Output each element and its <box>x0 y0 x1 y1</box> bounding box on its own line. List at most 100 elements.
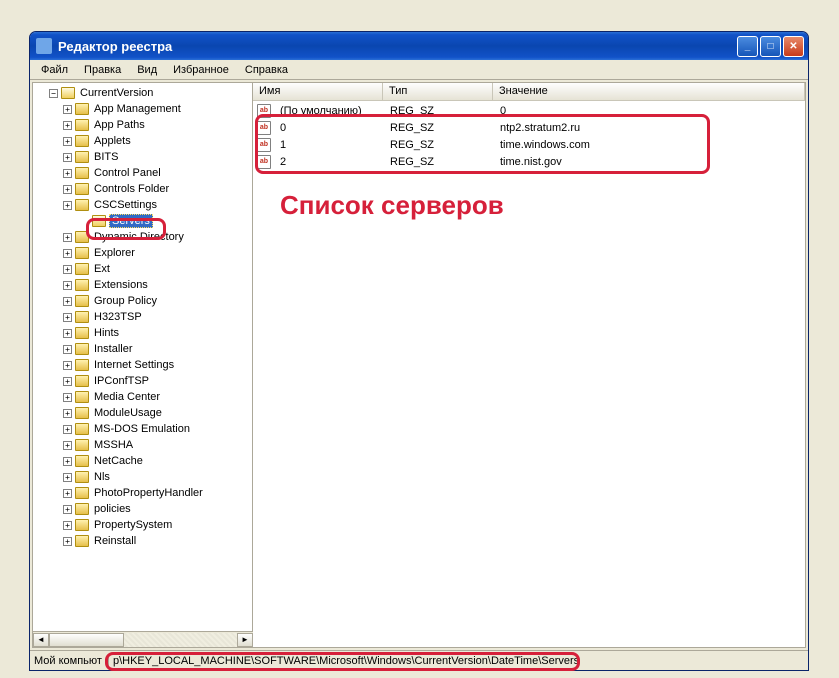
folder-icon <box>75 167 89 179</box>
value-type: REG_SZ <box>384 156 494 168</box>
expand-icon[interactable]: + <box>63 329 72 338</box>
menu-file[interactable]: Файл <box>34 62 75 78</box>
tree-horizontal-scrollbar[interactable]: ◄ ► <box>33 631 253 647</box>
tree-node[interactable]: +CSCSettings <box>35 197 252 213</box>
tree-label: CurrentVersion <box>78 87 155 99</box>
tree-node[interactable]: +App Paths <box>35 117 252 133</box>
folder-icon <box>75 135 89 147</box>
expand-icon[interactable]: + <box>63 473 72 482</box>
tree-node[interactable]: +NetCache <box>35 453 252 469</box>
value-row[interactable]: ab1REG_SZtime.windows.com <box>253 136 805 153</box>
content-area: − CurrentVersion +App Management+App Pat… <box>32 82 806 648</box>
expand-icon[interactable]: + <box>63 105 72 114</box>
expand-icon[interactable]: + <box>63 249 72 258</box>
tree-node[interactable]: +Internet Settings <box>35 357 252 373</box>
value-row[interactable]: ab2REG_SZtime.nist.gov <box>253 153 805 170</box>
expand-icon[interactable]: + <box>63 233 72 242</box>
tree-node[interactable]: + BITS <box>35 149 252 165</box>
menu-help[interactable]: Справка <box>238 62 295 78</box>
folder-icon <box>75 231 89 243</box>
expand-icon[interactable]: + <box>63 441 72 450</box>
folder-icon <box>75 535 89 547</box>
tree-node[interactable]: +MS-DOS Emulation <box>35 421 252 437</box>
collapse-icon[interactable]: − <box>49 89 58 98</box>
folder-icon <box>75 407 89 419</box>
expand-icon[interactable]: + <box>63 297 72 306</box>
expand-icon[interactable]: + <box>63 281 72 290</box>
folder-icon <box>75 439 89 451</box>
expand-icon[interactable]: + <box>63 457 72 466</box>
expand-icon[interactable]: + <box>63 537 72 546</box>
expand-icon[interactable]: + <box>63 425 72 434</box>
scroll-right-button[interactable]: ► <box>237 633 253 647</box>
maximize-button[interactable]: □ <box>760 36 781 57</box>
expand-icon[interactable]: + <box>63 489 72 498</box>
menu-view[interactable]: Вид <box>130 62 164 78</box>
tree-label: Controls Folder <box>92 183 171 195</box>
expand-icon[interactable]: + <box>63 185 72 194</box>
header-name[interactable]: Имя <box>253 83 383 100</box>
folder-open-icon <box>61 87 75 99</box>
value-row[interactable]: ab0REG_SZntp2.stratum2.ru <box>253 119 805 136</box>
values-list[interactable]: Имя Тип Значение ab(По умолчанию)REG_SZ0… <box>253 83 805 647</box>
expand-icon[interactable]: + <box>63 153 72 162</box>
tree-node[interactable]: +IPConfTSP <box>35 373 252 389</box>
scroll-track[interactable] <box>49 633 237 647</box>
value-name: (По умолчанию) <box>274 105 384 117</box>
expand-icon[interactable]: + <box>63 313 72 322</box>
expand-icon[interactable]: + <box>63 265 72 274</box>
expand-icon[interactable]: + <box>63 169 72 178</box>
tree-node-servers[interactable]: Servers <box>35 213 252 229</box>
tree-node[interactable]: +policies <box>35 501 252 517</box>
expand-icon[interactable]: + <box>63 377 72 386</box>
folder-icon <box>75 103 89 115</box>
menu-edit[interactable]: Правка <box>77 62 128 78</box>
scroll-left-button[interactable]: ◄ <box>33 633 49 647</box>
expand-icon[interactable]: + <box>63 393 72 402</box>
tree-label: PhotoPropertyHandler <box>92 487 205 499</box>
tree-node[interactable]: +ModuleUsage <box>35 405 252 421</box>
folder-icon <box>75 183 89 195</box>
tree-node[interactable]: +Hints <box>35 325 252 341</box>
window-title: Редактор реестра <box>58 39 737 54</box>
header-value[interactable]: Значение <box>493 83 805 100</box>
expand-icon[interactable]: + <box>63 201 72 210</box>
value-type: REG_SZ <box>384 105 494 117</box>
tree-label: BITS <box>92 151 120 163</box>
tree-node[interactable]: +Explorer <box>35 245 252 261</box>
tree-node[interactable]: +Ext <box>35 261 252 277</box>
tree-node[interactable]: + PhotoPropertyHandler <box>35 485 252 501</box>
tree-node[interactable]: + Controls Folder <box>35 181 252 197</box>
tree-node-currentversion[interactable]: − CurrentVersion <box>35 85 252 101</box>
tree-node[interactable]: +Control Panel <box>35 165 252 181</box>
expand-icon[interactable]: + <box>63 137 72 146</box>
registry-tree[interactable]: − CurrentVersion +App Management+App Pat… <box>33 83 253 647</box>
tree-node[interactable]: +H323TSP <box>35 309 252 325</box>
tree-node[interactable]: +Installer <box>35 341 252 357</box>
scroll-thumb[interactable] <box>49 633 124 647</box>
list-header[interactable]: Имя Тип Значение <box>253 83 805 101</box>
spacer <box>77 217 89 226</box>
tree-node[interactable]: +Applets <box>35 133 252 149</box>
value-row[interactable]: ab(По умолчанию)REG_SZ0 <box>253 102 805 119</box>
tree-node[interactable]: +Group Policy <box>35 293 252 309</box>
expand-icon[interactable]: + <box>63 521 72 530</box>
tree-node[interactable]: +Extensions <box>35 277 252 293</box>
tree-node[interactable]: +Reinstall <box>35 533 252 549</box>
expand-icon[interactable]: + <box>63 345 72 354</box>
minimize-button[interactable]: _ <box>737 36 758 57</box>
close-button[interactable]: ✕ <box>783 36 804 57</box>
expand-icon[interactable]: + <box>63 361 72 370</box>
tree-node[interactable]: +Media Center <box>35 389 252 405</box>
tree-node[interactable]: +Dynamic Directory <box>35 229 252 245</box>
menu-favorites[interactable]: Избранное <box>166 62 236 78</box>
tree-node[interactable]: +PropertySystem <box>35 517 252 533</box>
tree-node[interactable]: +App Management <box>35 101 252 117</box>
expand-icon[interactable]: + <box>63 505 72 514</box>
tree-node[interactable]: +MSSHA <box>35 437 252 453</box>
header-type[interactable]: Тип <box>383 83 493 100</box>
tree-node[interactable]: +Nls <box>35 469 252 485</box>
expand-icon[interactable]: + <box>63 409 72 418</box>
titlebar[interactable]: Редактор реестра _ □ ✕ <box>30 32 808 60</box>
expand-icon[interactable]: + <box>63 121 72 130</box>
